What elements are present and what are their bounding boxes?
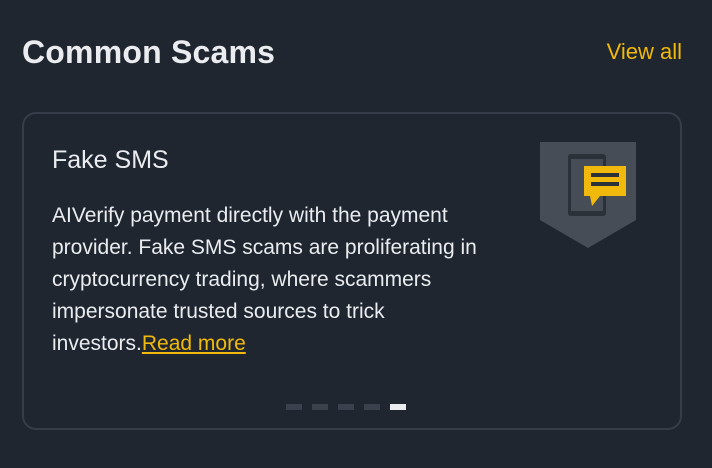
view-all-link[interactable]: View all: [607, 39, 682, 65]
pager-dot[interactable]: [286, 404, 302, 410]
card-body: AIVerify payment directly with the payme…: [52, 200, 512, 360]
card-title: Fake SMS: [52, 146, 169, 174]
section-title: Common Scams: [22, 34, 276, 70]
pager-dot-active[interactable]: [390, 404, 406, 410]
scam-card[interactable]: Fake SMS AIVerify payment directly with …: [22, 112, 682, 430]
read-more-link[interactable]: Read more: [142, 332, 246, 355]
pager-dot[interactable]: [364, 404, 380, 410]
pager-dot[interactable]: [312, 404, 328, 410]
section-header: Common Scams View all: [22, 30, 682, 80]
carousel-pager: [286, 404, 406, 410]
pager-dot[interactable]: [338, 404, 354, 410]
card-description: AIVerify payment directly with the payme…: [52, 204, 477, 355]
phone-message-shield-icon: [540, 142, 636, 252]
